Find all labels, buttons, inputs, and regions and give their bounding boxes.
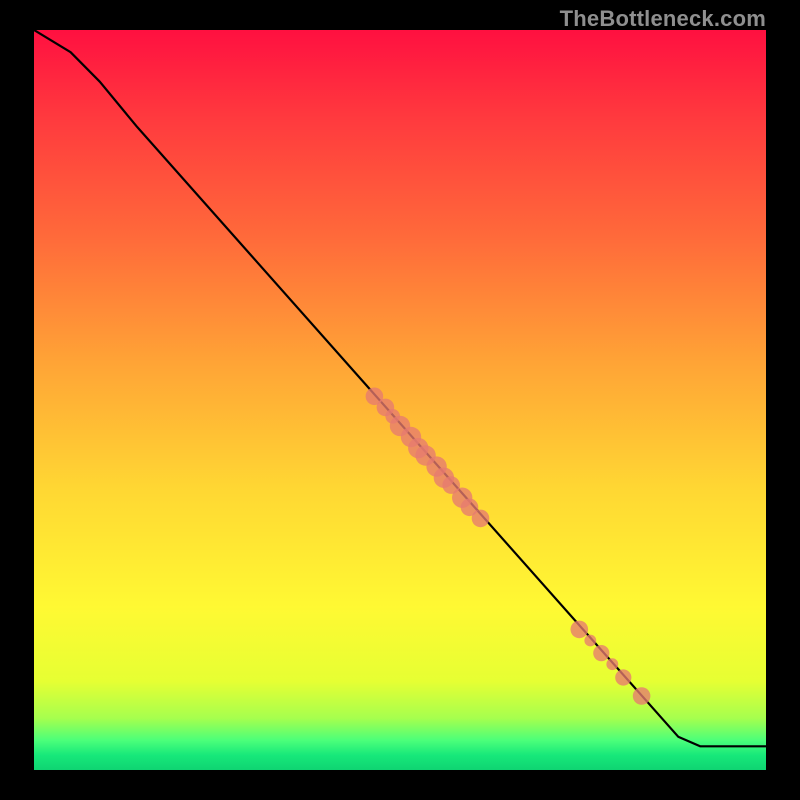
data-marker <box>584 635 596 647</box>
data-marker <box>593 645 609 661</box>
bottleneck-curve <box>34 30 766 746</box>
data-marker <box>633 687 651 705</box>
data-marker <box>472 510 490 528</box>
chart-frame: TheBottleneck.com <box>0 0 800 800</box>
data-marker <box>571 621 589 639</box>
curve-layer <box>34 30 766 770</box>
data-marker <box>606 658 618 670</box>
data-marker <box>615 669 631 685</box>
plot-area <box>34 30 766 770</box>
watermark-text: TheBottleneck.com <box>560 6 766 32</box>
